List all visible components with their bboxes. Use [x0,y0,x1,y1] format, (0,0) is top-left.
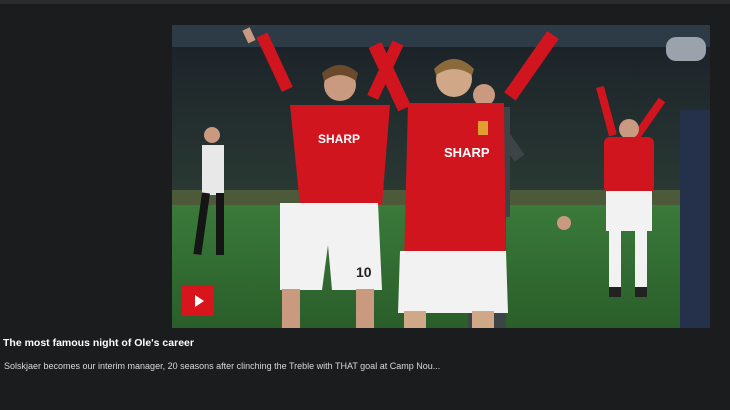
video-title[interactable]: The most famous night of Ole's career [3,337,194,349]
play-button[interactable] [182,285,214,316]
video-card[interactable]: SHARP 10 SHARP [172,25,710,328]
shirt-number-text: 10 [356,264,372,280]
top-strip [0,0,730,4]
kit-sponsor-text-center: SHARP [444,145,490,160]
video-description: Solskjaer becomes our interim manager, 2… [4,361,441,371]
video-thumbnail[interactable]: SHARP 10 SHARP [172,25,710,328]
play-icon [195,294,204,307]
kit-sponsor-text: SHARP [318,132,360,146]
